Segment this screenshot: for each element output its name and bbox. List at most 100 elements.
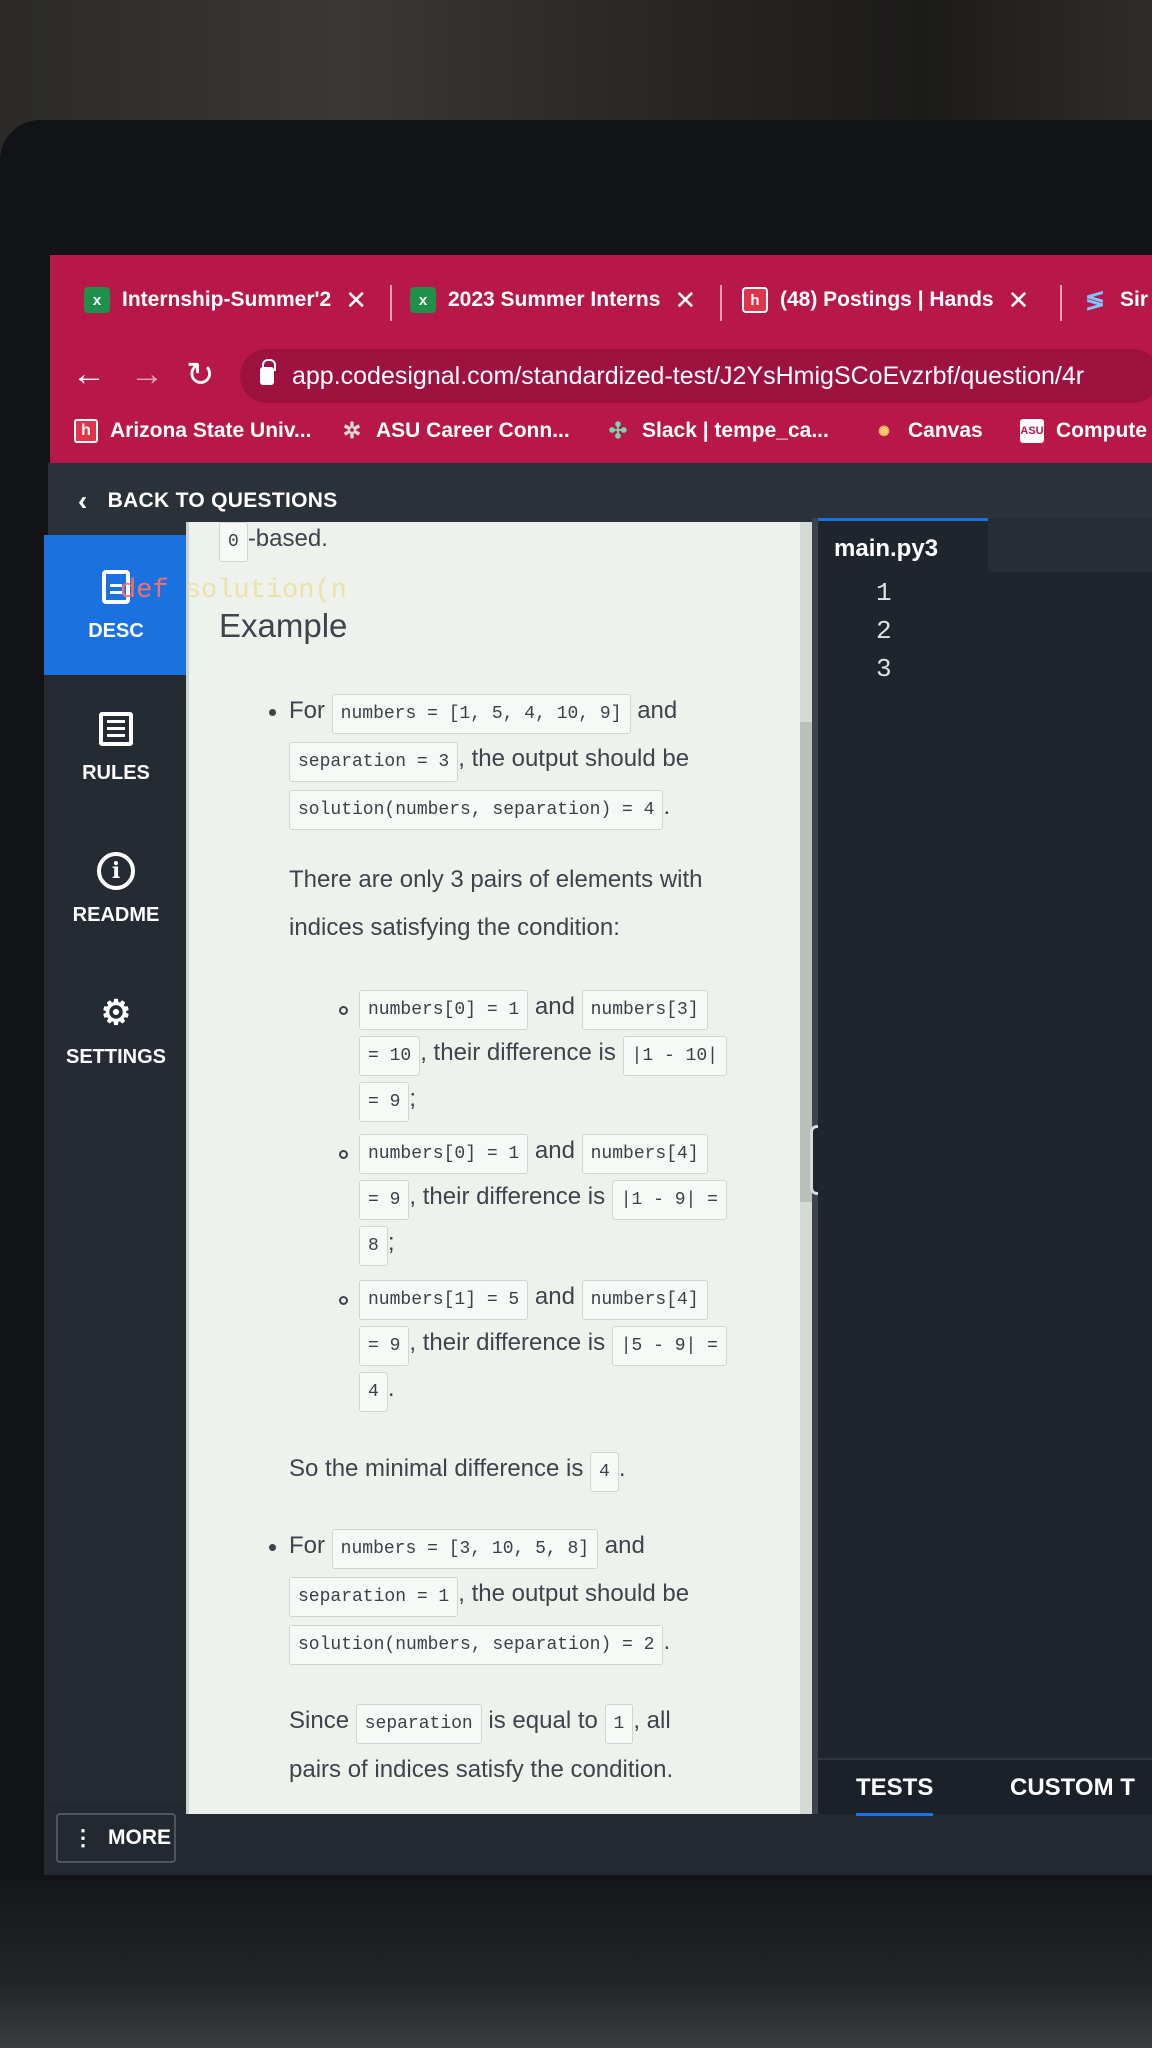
inline-code: 8 <box>359 1226 388 1266</box>
text-fragment: . <box>663 793 671 820</box>
sidebar-item-label: RULES <box>82 761 150 784</box>
bookmark-label: Slack | tempe_ca... <box>642 419 829 442</box>
inline-code: numbers[1] = 5 <box>359 1280 529 1320</box>
info-icon: i <box>97 851 135 890</box>
sidebar-item-settings[interactable]: ⚙ SETTINGS <box>44 961 188 1101</box>
sidebar-item-readme[interactable]: i README <box>44 819 188 959</box>
handshake-icon: h <box>742 287 768 313</box>
bookmark-item[interactable]: ✲ ASU Career Conn... <box>340 418 570 443</box>
laptop-bottom-edge <box>0 1880 1152 2048</box>
slack-icon: ✣ <box>608 418 628 443</box>
browser-tab[interactable]: ≶ Sir <box>1082 275 1148 325</box>
asu-icon: ASU <box>1020 419 1044 443</box>
text-fragment: and <box>534 1137 575 1164</box>
handshake-icon: h <box>74 419 98 443</box>
text-fragment: , their difference is <box>409 1183 606 1210</box>
bottom-tab-bar: TESTS CUSTOM T <box>818 1758 1152 1816</box>
text-fragment: is equal to <box>488 1707 598 1734</box>
text-fragment: and <box>604 1532 645 1559</box>
sidebar-item-label: README <box>72 903 160 926</box>
browser-tab[interactable]: x 2023 Summer Interns ✕ <box>410 275 696 325</box>
file-tab-main[interactable]: main.py3 <box>818 518 988 572</box>
browser-tab[interactable]: h (48) Postings | Hands ✕ <box>742 275 1029 325</box>
inline-code: 1 <box>604 1704 634 1744</box>
bookmark-item[interactable]: ASU Compute <box>1020 419 1147 443</box>
inline-code: solution(numbers, separation) = 4 <box>289 790 664 830</box>
text-fragment: . <box>663 1628 671 1655</box>
close-icon[interactable]: ✕ <box>674 285 696 316</box>
tab-divider <box>720 285 722 321</box>
text-fragment: , their difference is <box>420 1039 616 1066</box>
text-line: separation = 3, the output should be <box>289 742 689 782</box>
inline-code: separation = 3 <box>289 742 459 782</box>
bookmark-item[interactable]: ✺ Canvas <box>872 419 983 443</box>
text-fragment: Since <box>289 1707 350 1734</box>
chevron-left-icon: ‹ <box>78 485 88 516</box>
back-to-questions-button[interactable]: ‹ BACK TO QUESTIONS <box>78 485 338 517</box>
excel-icon: x <box>410 287 436 313</box>
tab-custom-tests[interactable]: CUSTOM T <box>1010 1774 1135 1802</box>
inline-code: numbers[3] <box>581 990 708 1030</box>
bookmark-label: Arizona State Univ... <box>110 419 312 442</box>
text-line: For numbers = [1, 5, 4, 10, 9] and <box>289 694 677 734</box>
close-icon[interactable]: ✕ <box>1008 285 1030 316</box>
inline-code: = 9 <box>359 1180 410 1220</box>
text-fragment: and <box>637 697 678 724</box>
list-circle <box>339 1150 348 1159</box>
tab-tests[interactable]: TESTS <box>856 1774 934 1816</box>
list-bullet <box>269 709 276 716</box>
text-fragment: For <box>289 697 325 724</box>
inline-code: 4 <box>590 1452 619 1492</box>
text-line: 0 -based. <box>219 522 328 562</box>
text-line: = 10, their difference is |1 - 10| <box>359 1036 727 1076</box>
inline-code: numbers[4] <box>581 1134 708 1174</box>
more-button[interactable]: ⋮ MORE <box>56 1813 176 1863</box>
text-fragment: , their difference is <box>409 1329 606 1356</box>
line-number: 3 <box>876 654 892 684</box>
inline-code: solution(numbers, separation) = 2 <box>289 1625 664 1665</box>
inline-code: |1 - 10| <box>622 1036 727 1076</box>
gear-flower-icon: ✲ <box>342 418 362 443</box>
text-line: Since separation is equal to 1, all <box>289 1704 671 1744</box>
text-line: For numbers = [3, 10, 5, 8] and <box>289 1529 645 1569</box>
tab-label: Sir <box>1120 288 1149 311</box>
text-line: = 9; <box>359 1082 416 1122</box>
bookmark-item[interactable]: h Arizona State Univ... <box>74 419 311 443</box>
reload-icon[interactable]: ↻ <box>186 355 215 395</box>
text-line: solution(numbers, separation) = 4. <box>289 790 670 830</box>
text-line: = 9, their difference is |1 - 9| = <box>359 1180 727 1220</box>
code-keyword: def <box>120 576 169 606</box>
left-sidebar: DESC RULES i README ⚙ SETTINGS <box>44 535 188 1805</box>
list-icon <box>99 711 133 746</box>
tab-divider <box>390 285 392 321</box>
code-editor[interactable]: main.py3 1 2 3 <box>818 518 1152 1758</box>
address-bar-row: ← → ↻ app.codesignal.com/standardized-te… <box>50 345 1152 407</box>
bookmarks-bar: h Arizona State Univ... ✲ ASU Career Con… <box>50 407 1152 463</box>
close-icon[interactable]: ✕ <box>345 285 367 316</box>
url-text: app.codesignal.com/standardized-test/J2Y… <box>292 361 1085 390</box>
sidebar-item-label: SETTINGS <box>65 1045 166 1068</box>
back-arrow-icon[interactable]: ← <box>72 355 106 394</box>
lock-icon <box>260 359 276 385</box>
sidebar-item-label: DESC <box>88 619 144 642</box>
inline-code: numbers[0] = 1 <box>359 1134 529 1174</box>
browser-tab-strip: x Internship-Summer'2 ✕ x 2023 Summer In… <box>50 255 1152 345</box>
text-fragment: and <box>534 993 575 1020</box>
text-fragment: , all <box>633 1707 671 1734</box>
code-function: solution(n <box>184 576 347 606</box>
forward-arrow-icon[interactable]: → <box>130 355 164 394</box>
browser-tab[interactable]: x Internship-Summer'2 ✕ <box>84 275 367 325</box>
excel-icon: x <box>84 287 110 313</box>
inline-code: |5 - 9| = <box>611 1326 727 1366</box>
sidebar-item-rules[interactable]: RULES <box>44 677 188 817</box>
bookmark-item[interactable]: ✣ Slack | tempe_ca... <box>606 418 829 443</box>
text-fragment: ; <box>409 1085 417 1112</box>
text-line: numbers[0] = 1 and numbers[3] <box>359 990 708 1030</box>
text-fragment: ; <box>387 1229 395 1256</box>
simplify-icon: ≶ <box>1084 286 1106 314</box>
url-field[interactable]: app.codesignal.com/standardized-test/J2Y… <box>240 349 1152 403</box>
text-line: pairs of indices satisfy the condition. <box>289 1756 674 1783</box>
description-panel[interactable]: 0 -based. Example For numbers = [1, 5, 4,… <box>186 522 812 1814</box>
text-line: So the minimal difference is 4. <box>289 1452 626 1492</box>
code-line[interactable]: def solution(n <box>120 576 347 606</box>
